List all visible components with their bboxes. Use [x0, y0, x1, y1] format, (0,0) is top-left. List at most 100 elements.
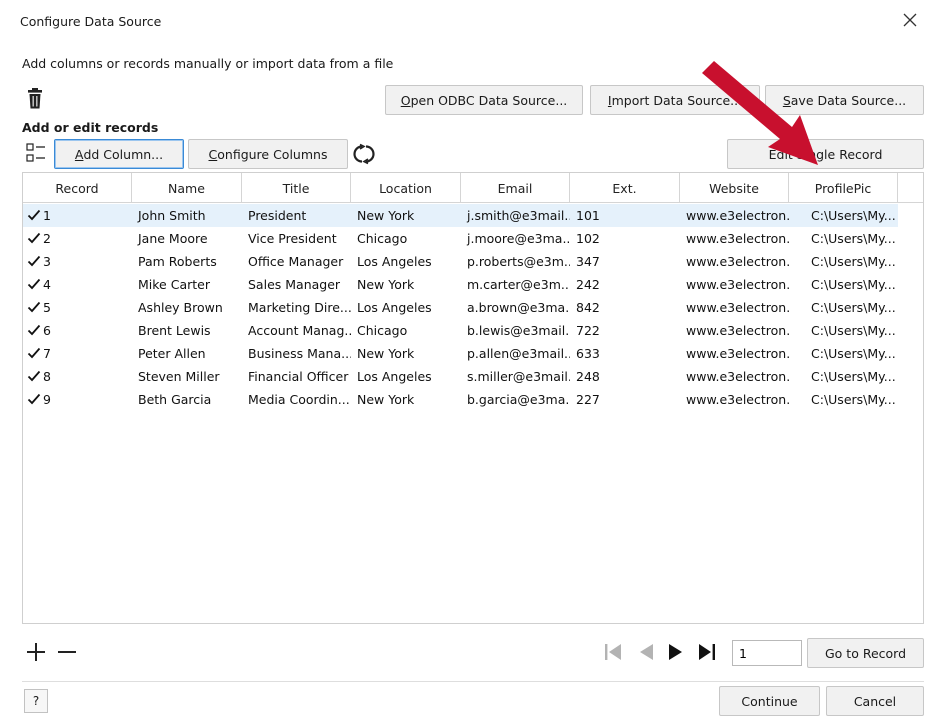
- cell-website[interactable]: www.e3electron...: [680, 296, 789, 319]
- cell-website[interactable]: www.e3electron...: [680, 250, 789, 273]
- cell-location[interactable]: New York: [351, 388, 461, 411]
- cell-name[interactable]: Peter Allen: [132, 342, 242, 365]
- cell-location[interactable]: Los Angeles: [351, 365, 461, 388]
- table-row[interactable]: 8 Steven Miller Financial Officer Los An…: [23, 365, 898, 388]
- cell-location[interactable]: New York: [351, 342, 461, 365]
- cell-website[interactable]: www.e3electron...: [680, 204, 789, 227]
- add-column-button[interactable]: Add Column...: [54, 139, 184, 169]
- cell-ext[interactable]: 102: [570, 227, 680, 250]
- column-header-record[interactable]: Record: [23, 173, 132, 203]
- column-header-profilepic[interactable]: ProfilePic: [789, 173, 898, 203]
- cell-title[interactable]: Vice President: [242, 227, 351, 250]
- cell-title[interactable]: Financial Officer: [242, 365, 351, 388]
- cell-name[interactable]: Beth Garcia: [132, 388, 242, 411]
- cell-website[interactable]: www.e3electron...: [680, 342, 789, 365]
- plus-icon[interactable]: [26, 642, 46, 662]
- cell-email[interactable]: b.garcia@e3ma...: [461, 388, 570, 411]
- cell-ext[interactable]: 101: [570, 204, 680, 227]
- cell-ext[interactable]: 722: [570, 319, 680, 342]
- cell-location[interactable]: New York: [351, 273, 461, 296]
- edit-single-record-button[interactable]: Edit Single Record: [727, 139, 924, 169]
- cell-profilepic[interactable]: C:\Users\My...: [805, 204, 898, 227]
- table-row[interactable]: 4 Mike Carter Sales Manager New York m.c…: [23, 273, 898, 296]
- column-header-website[interactable]: Website: [680, 173, 789, 203]
- cell-ext[interactable]: 242: [570, 273, 680, 296]
- column-list-icon[interactable]: [26, 142, 46, 164]
- cell-email[interactable]: j.smith@e3mail....: [461, 204, 570, 227]
- column-header-title[interactable]: Title: [242, 173, 351, 203]
- cell-title[interactable]: Office Manager: [242, 250, 351, 273]
- previous-page-icon[interactable]: [638, 643, 654, 661]
- cell-name[interactable]: Pam Roberts: [132, 250, 242, 273]
- cell-website[interactable]: www.e3electron...: [680, 273, 789, 296]
- column-header-email[interactable]: Email: [461, 173, 570, 203]
- table-row[interactable]: 5 Ashley Brown Marketing Dire... Los Ang…: [23, 296, 898, 319]
- first-page-icon[interactable]: [604, 643, 622, 661]
- cell-ext[interactable]: 347: [570, 250, 680, 273]
- go-to-record-button[interactable]: Go to Record: [807, 638, 924, 668]
- cell-location[interactable]: New York: [351, 204, 461, 227]
- help-button[interactable]: ?: [24, 689, 48, 713]
- close-icon[interactable]: [899, 9, 921, 31]
- cell-profilepic[interactable]: C:\Users\My...: [805, 273, 898, 296]
- column-header-location[interactable]: Location: [351, 173, 461, 203]
- save-data-source-button[interactable]: Save Data Source...: [765, 85, 924, 115]
- next-page-icon[interactable]: [668, 643, 684, 661]
- cell-location[interactable]: Chicago: [351, 227, 461, 250]
- cell-profilepic[interactable]: C:\Users\My...: [805, 342, 898, 365]
- configure-columns-button[interactable]: Configure Columns: [188, 139, 348, 169]
- cell-location[interactable]: Los Angeles: [351, 250, 461, 273]
- last-page-icon[interactable]: [698, 643, 716, 661]
- cell-email[interactable]: b.lewis@e3mail...: [461, 319, 570, 342]
- table-row[interactable]: 6 Brent Lewis Account Manag... Chicago b…: [23, 319, 898, 342]
- cell-name[interactable]: Mike Carter: [132, 273, 242, 296]
- cell-name[interactable]: Steven Miller: [132, 365, 242, 388]
- column-header-name[interactable]: Name: [132, 173, 242, 203]
- open-odbc-button[interactable]: Open ODBC Data Source...: [385, 85, 583, 115]
- cell-title[interactable]: President: [242, 204, 351, 227]
- cell-ext[interactable]: 248: [570, 365, 680, 388]
- table-row[interactable]: 1 John Smith President New York j.smith@…: [23, 204, 898, 227]
- cell-website[interactable]: www.e3electron...: [680, 227, 789, 250]
- table-row[interactable]: 7 Peter Allen Business Mana... New York …: [23, 342, 898, 365]
- cell-name[interactable]: Ashley Brown: [132, 296, 242, 319]
- cell-title[interactable]: Marketing Dire...: [242, 296, 351, 319]
- continue-button[interactable]: Continue: [719, 686, 820, 716]
- refresh-icon[interactable]: [353, 143, 375, 165]
- cell-name[interactable]: Jane Moore: [132, 227, 242, 250]
- minus-icon[interactable]: [57, 642, 77, 662]
- cell-profilepic[interactable]: C:\Users\My...: [805, 365, 898, 388]
- cell-location[interactable]: Chicago: [351, 319, 461, 342]
- table-row[interactable]: 2 Jane Moore Vice President Chicago j.mo…: [23, 227, 898, 250]
- cell-title[interactable]: Media Coordin...: [242, 388, 351, 411]
- table-row[interactable]: 9 Beth Garcia Media Coordin... New York …: [23, 388, 898, 411]
- cell-ext[interactable]: 842: [570, 296, 680, 319]
- cell-profilepic[interactable]: C:\Users\My...: [805, 319, 898, 342]
- trash-icon[interactable]: [26, 88, 44, 110]
- cell-name[interactable]: Brent Lewis: [132, 319, 242, 342]
- import-data-source-button[interactable]: Import Data Source...: [590, 85, 760, 115]
- cell-email[interactable]: p.roberts@e3m...: [461, 250, 570, 273]
- cell-email[interactable]: m.carter@e3m...: [461, 273, 570, 296]
- cancel-button[interactable]: Cancel: [826, 686, 924, 716]
- cell-profilepic[interactable]: C:\Users\My...: [805, 227, 898, 250]
- cell-profilepic[interactable]: C:\Users\My...: [805, 250, 898, 273]
- cell-email[interactable]: p.allen@e3mail....: [461, 342, 570, 365]
- cell-ext[interactable]: 633: [570, 342, 680, 365]
- column-header-ext[interactable]: Ext.: [570, 173, 680, 203]
- table-row[interactable]: 3 Pam Roberts Office Manager Los Angeles…: [23, 250, 898, 273]
- cell-website[interactable]: www.e3electron...: [680, 319, 789, 342]
- cell-website[interactable]: www.e3electron...: [680, 365, 789, 388]
- cell-email[interactable]: j.moore@e3ma...: [461, 227, 570, 250]
- cell-profilepic[interactable]: C:\Users\My...: [805, 296, 898, 319]
- cell-location[interactable]: Los Angeles: [351, 296, 461, 319]
- records-grid[interactable]: Record Name Title Location Email Ext. We…: [22, 172, 924, 624]
- cell-title[interactable]: Account Manag...: [242, 319, 351, 342]
- page-number-input[interactable]: [732, 640, 802, 666]
- cell-title[interactable]: Sales Manager: [242, 273, 351, 296]
- cell-title[interactable]: Business Mana...: [242, 342, 351, 365]
- cell-email[interactable]: a.brown@e3ma...: [461, 296, 570, 319]
- cell-profilepic[interactable]: C:\Users\My...: [805, 388, 898, 411]
- cell-email[interactable]: s.miller@e3mail...: [461, 365, 570, 388]
- cell-ext[interactable]: 227: [570, 388, 680, 411]
